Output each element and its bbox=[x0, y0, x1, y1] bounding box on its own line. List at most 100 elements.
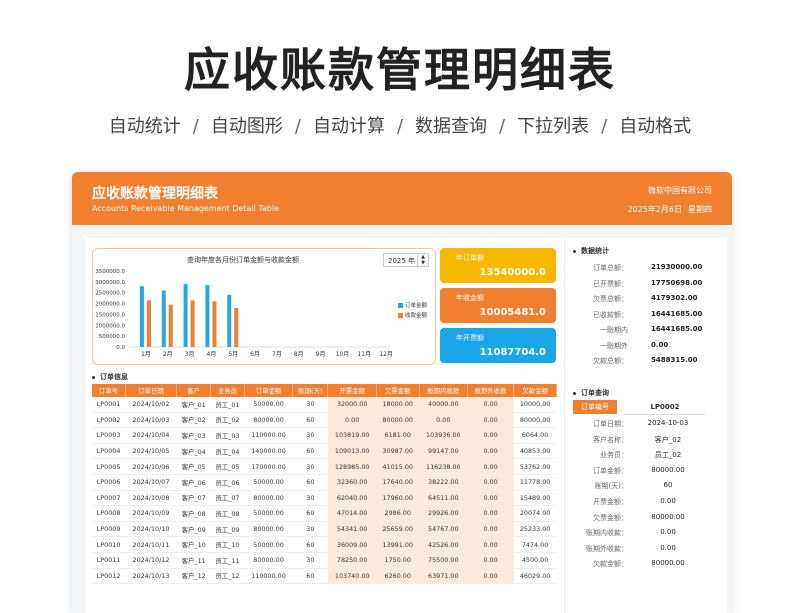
table-cell[interactable]: 170000.00 bbox=[244, 458, 293, 475]
table-cell[interactable]: 客户_04 bbox=[176, 443, 211, 460]
table-cell[interactable]: 29926.00 bbox=[419, 505, 468, 522]
table-cell[interactable]: 客户_07 bbox=[176, 490, 211, 507]
table-cell[interactable]: 80000.00 bbox=[244, 521, 293, 538]
table-cell[interactable]: LP0002 bbox=[92, 412, 126, 429]
table-cell[interactable]: 0.00 bbox=[327, 412, 377, 429]
table-cell[interactable]: 30 bbox=[292, 458, 328, 475]
table-cell[interactable]: 6064.00 bbox=[513, 427, 557, 444]
table-cell[interactable]: 110000.00 bbox=[244, 568, 293, 585]
table-cell[interactable]: 员工_03 bbox=[210, 427, 245, 444]
table-cell[interactable]: 员工_11 bbox=[210, 552, 245, 569]
table-cell[interactable]: 客户_06 bbox=[176, 474, 211, 491]
table-cell[interactable]: LP0001 bbox=[92, 397, 126, 413]
table-cell[interactable]: 6260.00 bbox=[376, 568, 420, 585]
table-cell[interactable]: 0.00 bbox=[467, 521, 514, 538]
table-cell[interactable]: 80000.00 bbox=[513, 412, 557, 429]
table-cell[interactable]: 客户_11 bbox=[176, 552, 211, 569]
table-cell[interactable]: 员工_04 bbox=[210, 443, 245, 460]
table-cell[interactable]: 17640.00 bbox=[376, 474, 420, 491]
table-cell[interactable]: 员工_05 bbox=[210, 458, 245, 475]
table-cell[interactable]: 32000.00 bbox=[327, 397, 377, 413]
table-cell[interactable]: 80000.00 bbox=[376, 412, 420, 429]
table-cell[interactable]: 2024/10/04 bbox=[125, 427, 177, 444]
table-cell[interactable]: LP0008 bbox=[92, 505, 126, 522]
table-cell[interactable]: 0.00 bbox=[467, 568, 514, 585]
table-cell[interactable]: 54767.00 bbox=[419, 521, 468, 538]
table-cell[interactable]: 0.00 bbox=[467, 552, 514, 569]
table-cell[interactable]: 员工_10 bbox=[210, 536, 245, 553]
table-cell[interactable]: 20074.00 bbox=[513, 505, 557, 522]
table-cell[interactable]: 30 bbox=[292, 397, 328, 413]
table-cell[interactable]: 0.00 bbox=[419, 412, 468, 429]
table-cell[interactable]: 62040.00 bbox=[327, 490, 377, 507]
table-cell[interactable]: 60 bbox=[292, 412, 328, 429]
table-cell[interactable]: 2024/10/10 bbox=[125, 521, 177, 538]
table-cell[interactable]: LP0010 bbox=[92, 536, 126, 553]
table-cell[interactable]: 11778.00 bbox=[513, 474, 557, 491]
table-cell[interactable]: 18000.00 bbox=[376, 397, 420, 413]
table-cell[interactable]: 客户_01 bbox=[176, 397, 211, 413]
table-cell[interactable]: 30 bbox=[292, 490, 328, 507]
table-cell[interactable]: 13991.00 bbox=[376, 536, 420, 553]
table-cell[interactable]: 32360.00 bbox=[327, 474, 377, 491]
table-cell[interactable]: 46029.00 bbox=[513, 568, 557, 585]
table-cell[interactable]: 40000.00 bbox=[419, 397, 468, 413]
table-cell[interactable]: 10000.00 bbox=[513, 397, 557, 413]
table-cell[interactable]: 员工_09 bbox=[210, 521, 245, 538]
table-cell[interactable]: 6181.00 bbox=[376, 427, 420, 444]
table-cell[interactable]: 2024/10/02 bbox=[125, 397, 177, 413]
table-cell[interactable]: 客户_12 bbox=[176, 568, 211, 585]
table-cell[interactable]: 25659.00 bbox=[376, 521, 420, 538]
table-cell[interactable]: 60 bbox=[292, 474, 328, 491]
table-cell[interactable]: 2024/10/07 bbox=[125, 474, 177, 491]
table-cell[interactable]: LP0006 bbox=[92, 474, 126, 491]
table-cell[interactable]: 0.00 bbox=[467, 397, 514, 413]
table-cell[interactable]: 60 bbox=[292, 568, 328, 585]
table-cell[interactable]: 103936.00 bbox=[419, 427, 468, 444]
table-cell[interactable]: 员工_02 bbox=[210, 412, 245, 429]
table-cell[interactable]: 64511.00 bbox=[419, 490, 468, 507]
table-cell[interactable]: 80000.00 bbox=[244, 552, 293, 569]
table-cell[interactable]: LP0012 bbox=[92, 568, 126, 585]
table-cell[interactable]: 80000.00 bbox=[244, 412, 293, 429]
table-cell[interactable]: 2986.00 bbox=[376, 505, 420, 522]
table-cell[interactable]: LP0004 bbox=[92, 443, 126, 460]
table-cell[interactable]: 0.00 bbox=[467, 505, 514, 522]
table-cell[interactable]: 0.00 bbox=[467, 427, 514, 444]
table-cell[interactable]: 42526.00 bbox=[419, 536, 468, 553]
table-cell[interactable]: 2024/10/12 bbox=[125, 552, 177, 569]
table-cell[interactable]: 客户_10 bbox=[176, 536, 211, 553]
table-cell[interactable]: 60 bbox=[292, 536, 328, 553]
table-cell[interactable]: 0.00 bbox=[467, 443, 514, 460]
table-cell[interactable]: LP0007 bbox=[92, 490, 126, 507]
table-cell[interactable]: 38222.00 bbox=[419, 474, 468, 491]
table-cell[interactable]: 2024/10/06 bbox=[125, 458, 177, 475]
table-cell[interactable]: 客户_03 bbox=[176, 427, 211, 444]
table-cell[interactable]: 客户_09 bbox=[176, 521, 211, 538]
table-cell[interactable]: 109013.00 bbox=[327, 443, 377, 460]
table-cell[interactable]: 30 bbox=[292, 521, 328, 538]
table-cell[interactable]: 17960.00 bbox=[376, 490, 420, 507]
table-cell[interactable]: 2024/10/05 bbox=[125, 443, 177, 460]
table-cell[interactable]: 128985.00 bbox=[327, 458, 377, 475]
table-cell[interactable]: 80000.00 bbox=[244, 490, 293, 507]
table-cell[interactable]: 50000.00 bbox=[244, 474, 293, 491]
table-cell[interactable]: 116238.00 bbox=[419, 458, 468, 475]
table-cell[interactable]: 员工_12 bbox=[210, 568, 245, 585]
table-cell[interactable]: 0.00 bbox=[467, 412, 514, 429]
table-cell[interactable]: 75500.00 bbox=[419, 552, 468, 569]
table-cell[interactable]: 2024/10/11 bbox=[125, 536, 177, 553]
table-cell[interactable]: 客户_05 bbox=[176, 458, 211, 475]
table-cell[interactable]: LP0003 bbox=[92, 427, 126, 444]
table-cell[interactable]: 30 bbox=[292, 427, 328, 444]
table-cell[interactable]: LP0009 bbox=[92, 521, 126, 538]
table-cell[interactable]: 员工_08 bbox=[210, 505, 245, 522]
table-cell[interactable]: 110000.00 bbox=[244, 427, 293, 444]
table-cell[interactable]: 47014.00 bbox=[327, 505, 377, 522]
table-cell[interactable]: 99147.00 bbox=[419, 443, 468, 460]
table-cell[interactable]: 53762.00 bbox=[513, 458, 557, 475]
table-cell[interactable]: 0.00 bbox=[467, 536, 514, 553]
table-cell[interactable]: 60 bbox=[292, 443, 328, 460]
table-cell[interactable]: 63971.00 bbox=[419, 568, 468, 585]
table-cell[interactable]: 54341.00 bbox=[327, 521, 377, 538]
